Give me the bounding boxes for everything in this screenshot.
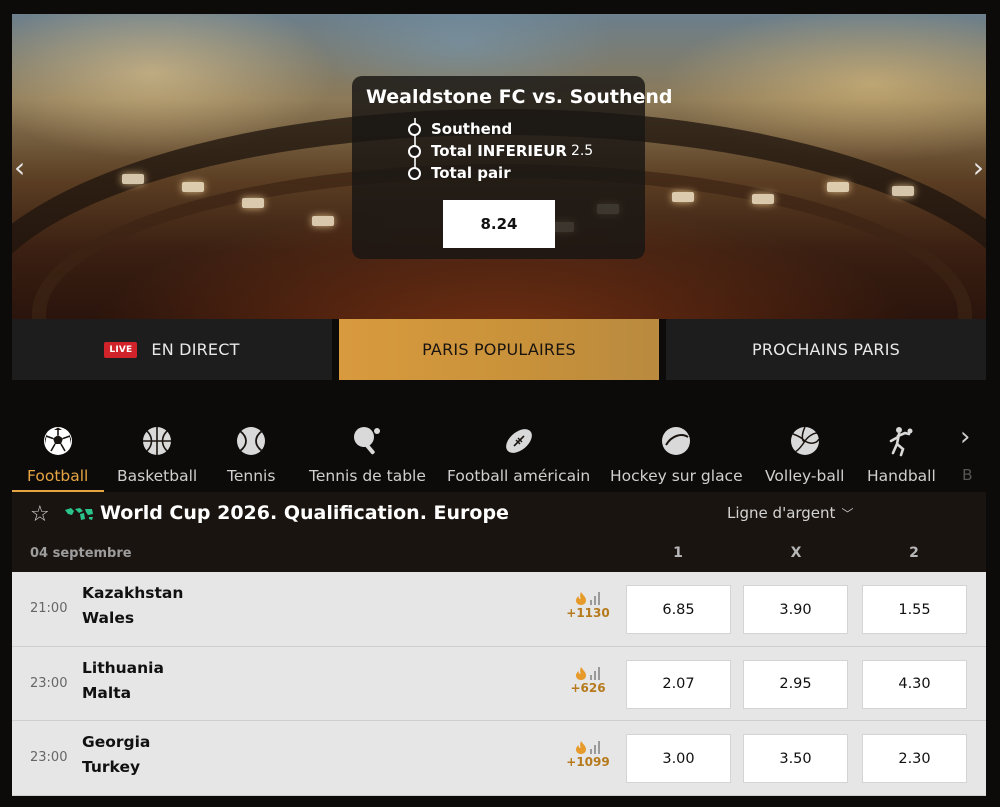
- tennis-ball-icon: [237, 427, 266, 455]
- away-team[interactable]: Malta: [82, 684, 131, 702]
- sport-item-volleyball[interactable]: Volley-ball: [765, 420, 844, 492]
- away-team[interactable]: Wales: [82, 609, 134, 627]
- more-markets-count: +626: [570, 680, 606, 695]
- sport-label: Football: [27, 467, 89, 485]
- promo-match-title: Wealdstone FC vs. Southend: [366, 86, 673, 108]
- home-team[interactable]: Georgia: [82, 733, 150, 751]
- main-tabs: LIVE EN DIRECT PARIS POPULAIRES PROCHAIN…: [12, 319, 986, 380]
- stats-bars-icon: [590, 592, 600, 605]
- league-header: ☆ World Cup 2026. Qualification. Europe …: [12, 492, 986, 572]
- home-team[interactable]: Lithuania: [82, 659, 164, 677]
- sport-label: Tennis: [227, 467, 276, 485]
- sport-label: Basketball: [117, 467, 198, 485]
- chevron-down-icon: ﹀: [841, 507, 854, 521]
- handball-icon: [890, 427, 913, 457]
- selection-label: Total INFERIEUR: [431, 142, 567, 160]
- promo-selection: Southend: [408, 118, 512, 140]
- stats-bars-icon: [590, 741, 600, 754]
- banner-prev-arrow-icon[interactable]: ‹: [14, 154, 25, 182]
- american-football-icon: [505, 429, 532, 453]
- promo-selection: Total pair: [408, 162, 511, 184]
- odds-button-away[interactable]: 1.55: [862, 585, 967, 634]
- promo-banner: ‹ › Wealdstone FC vs. Southend Southend …: [12, 14, 986, 319]
- more-markets-button[interactable]: +626: [568, 664, 608, 695]
- sport-item-handball[interactable]: Handball: [867, 420, 936, 492]
- promo-odds-button[interactable]: 8.24: [443, 200, 555, 248]
- stats-bars-icon: [590, 666, 600, 680]
- match-time: 23:00: [30, 675, 68, 691]
- match-row: 23:00 Lithuania Malta +626 2.07 2.95 4.3…: [12, 646, 986, 721]
- match-row: 23:00 Georgia Turkey +1099 3.00 3.50 2.3…: [12, 721, 986, 796]
- promo-bet-card: Wealdstone FC vs. Southend Southend Tota…: [352, 76, 673, 259]
- tab-popular-label: PARIS POPULAIRES: [422, 340, 576, 359]
- ping-pong-icon: [354, 427, 381, 455]
- odds-button-home[interactable]: 2.07: [626, 659, 731, 709]
- selection-value: 2.5: [570, 143, 594, 159]
- away-team[interactable]: Turkey: [82, 758, 140, 776]
- sport-item-football[interactable]: Football: [27, 420, 88, 492]
- odds-button-away[interactable]: 4.30: [862, 659, 967, 709]
- sport-label: Football américain: [447, 467, 591, 485]
- column-header-2: 2: [909, 545, 919, 561]
- market-selector[interactable]: Ligne d'argent ﹀: [727, 504, 853, 522]
- sports-nav: Football Basketball Tennis Tennis de tab…: [12, 420, 986, 492]
- live-badge: LIVE: [104, 341, 138, 358]
- tab-upcoming-bets[interactable]: PROCHAINS PARIS: [666, 319, 986, 380]
- selection-dot-icon: [408, 144, 421, 158]
- league-title: World Cup 2026. Qualification. Europe: [100, 502, 509, 524]
- sport-item-basketball[interactable]: Basketball: [117, 420, 197, 492]
- odds-button-draw[interactable]: 2.95: [743, 659, 848, 709]
- column-header-1: 1: [673, 545, 683, 561]
- tab-live[interactable]: LIVE EN DIRECT: [12, 319, 332, 380]
- promo-selection: Total INFERIEUR 2.5: [408, 140, 593, 162]
- more-markets-button[interactable]: +1130: [566, 589, 610, 620]
- more-markets-button[interactable]: +1099: [566, 738, 610, 769]
- hockey-puck-icon: [662, 427, 691, 455]
- more-markets-count: +1130: [566, 606, 610, 620]
- home-team[interactable]: Kazakhstan: [82, 584, 183, 602]
- odds-button-away[interactable]: 2.30: [862, 734, 967, 783]
- sport-label: Hockey sur glace: [610, 467, 743, 485]
- tab-live-label: EN DIRECT: [151, 340, 240, 359]
- match-date: 04 septembre: [30, 546, 132, 561]
- sport-label: Tennis de table: [309, 467, 426, 485]
- sport-item-table-tennis[interactable]: Tennis de table: [309, 420, 426, 492]
- column-header-x: X: [790, 545, 802, 561]
- more-markets-count: +1099: [566, 755, 610, 769]
- odds-button-home[interactable]: 6.85: [626, 585, 731, 634]
- selection-dot-icon: [408, 122, 421, 136]
- tab-popular-bets[interactable]: PARIS POPULAIRES: [339, 319, 659, 380]
- odds-button-draw[interactable]: 3.90: [743, 585, 848, 634]
- match-row: 21:00 Kazakhstan Wales +1130 6.85 3.90 1…: [12, 572, 986, 647]
- volleyball-icon: [790, 426, 820, 455]
- market-selector-label: Ligne d'argent: [727, 504, 836, 522]
- selection-label: Southend: [431, 120, 513, 138]
- sport-item-american-football[interactable]: Football américain: [447, 420, 590, 492]
- sport-item-tennis[interactable]: Tennis: [227, 420, 275, 492]
- soccer-ball-icon: [43, 427, 72, 455]
- selection-dot-icon: [408, 166, 421, 180]
- flame-icon: [576, 666, 586, 680]
- sport-item-cut-label: B: [962, 466, 973, 484]
- flame-icon: [576, 592, 586, 605]
- sports-next-arrow-icon[interactable]: ›: [960, 422, 970, 452]
- selection-label: Total pair: [431, 164, 511, 182]
- basketball-icon: [143, 427, 172, 455]
- sport-item-ice-hockey[interactable]: Hockey sur glace: [610, 420, 743, 492]
- world-map-icon: [65, 508, 93, 520]
- banner-next-arrow-icon[interactable]: ›: [973, 154, 984, 182]
- match-time: 23:00: [30, 750, 68, 765]
- sport-label: Handball: [867, 467, 936, 485]
- favorite-star-icon[interactable]: ☆: [30, 502, 50, 527]
- match-list: 21:00 Kazakhstan Wales +1130 6.85 3.90 1…: [12, 572, 986, 796]
- flame-icon: [576, 741, 586, 754]
- sport-label: Volley-ball: [765, 467, 845, 485]
- odds-button-draw[interactable]: 3.50: [743, 734, 848, 783]
- odds-button-home[interactable]: 3.00: [626, 734, 731, 783]
- match-time: 21:00: [30, 601, 68, 616]
- tab-next-label: PROCHAINS PARIS: [752, 340, 900, 359]
